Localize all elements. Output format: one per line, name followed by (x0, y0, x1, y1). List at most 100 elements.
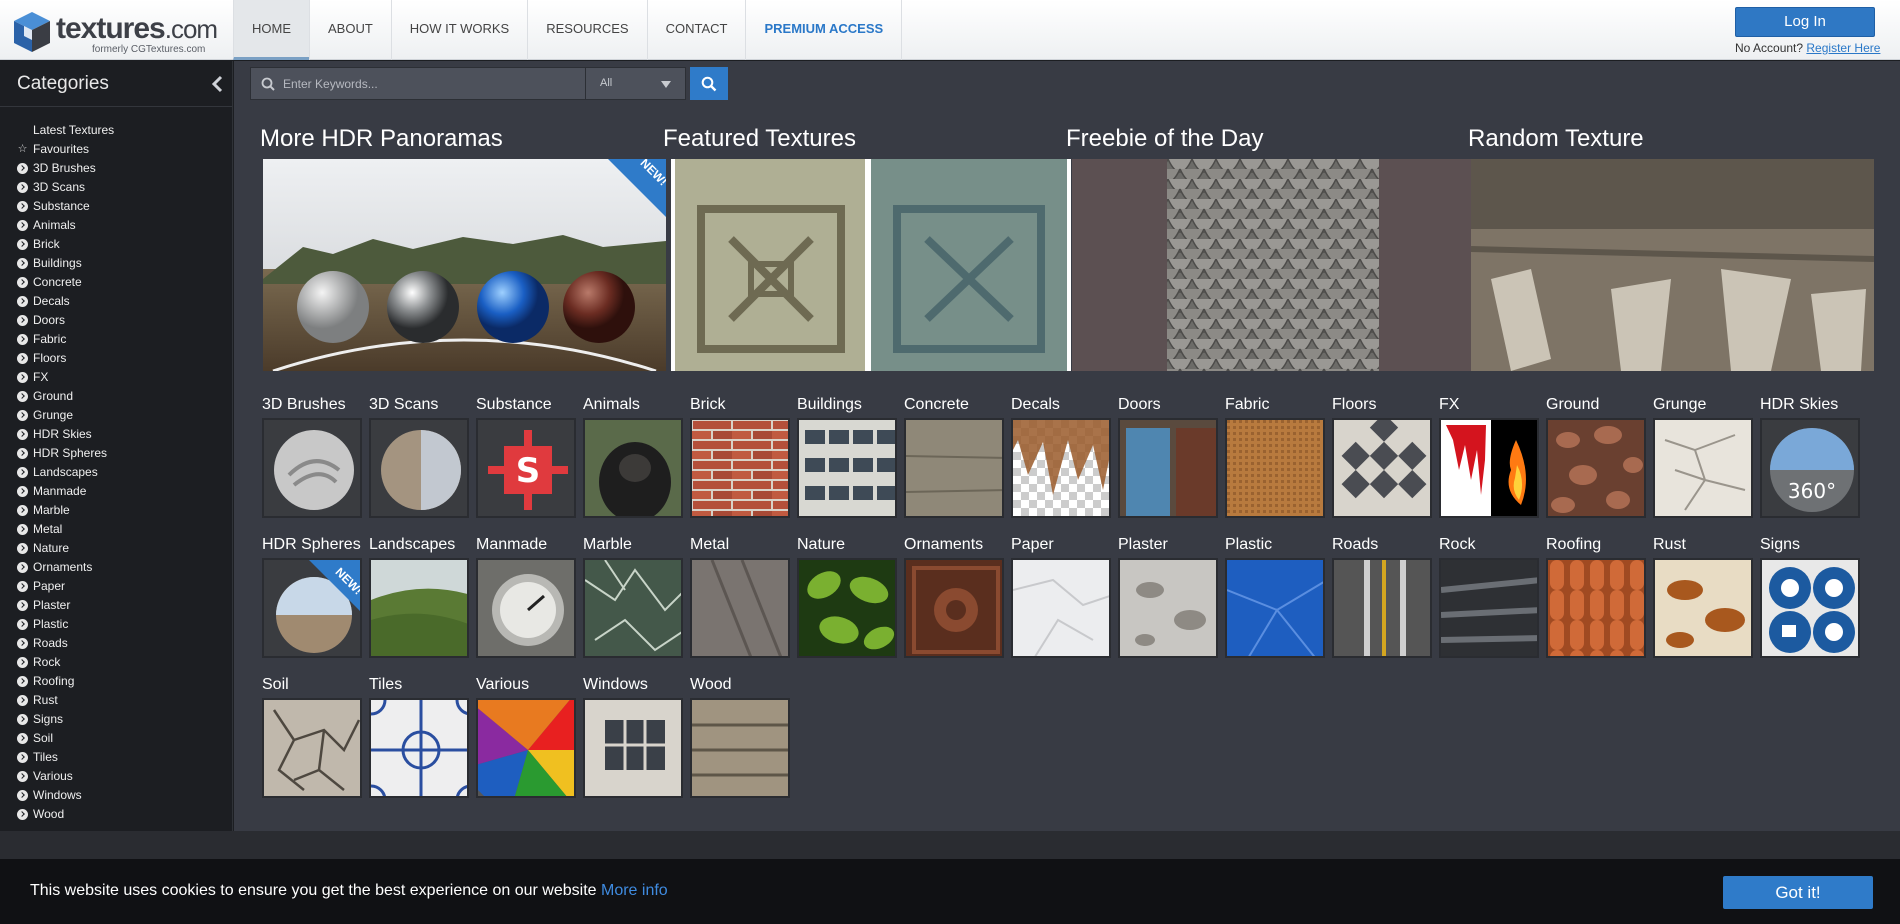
category-thumbnail-concrete[interactable] (904, 418, 1004, 518)
sidebar-item-favourites[interactable]: ☆ Favourites (0, 140, 232, 159)
category-tile-label[interactable]: Ornaments (904, 536, 1004, 558)
sidebar-item-rock[interactable]: Rock (0, 653, 232, 672)
sidebar-item-plaster[interactable]: Plaster (0, 596, 232, 615)
category-thumbnail-soil[interactable] (262, 698, 362, 798)
sidebar-item-windows[interactable]: Windows (0, 786, 232, 805)
category-tile-windows[interactable]: Windows (583, 676, 683, 798)
category-thumbnail-signs[interactable] (1760, 558, 1860, 658)
cookie-more-info-link[interactable]: More info (601, 882, 668, 899)
sidebar-item-soil[interactable]: Soil (0, 729, 232, 748)
search-field[interactable] (250, 67, 586, 100)
sidebar-item-wood[interactable]: Wood (0, 805, 232, 824)
category-thumbnail-tiles[interactable] (369, 698, 469, 798)
category-thumbnail-animals[interactable] (583, 418, 683, 518)
category-tile-3d-brushes[interactable]: 3D Brushes (262, 396, 362, 518)
sidebar-item-substance[interactable]: Substance (0, 197, 232, 216)
category-tile-landscapes[interactable]: Landscapes (369, 536, 469, 658)
sidebar-item-marble[interactable]: Marble (0, 501, 232, 520)
category-tile-rust[interactable]: Rust (1653, 536, 1753, 658)
search-button[interactable] (690, 67, 728, 100)
category-tile-fabric[interactable]: Fabric (1225, 396, 1325, 518)
chevron-left-icon[interactable] (210, 75, 226, 93)
category-tile-label[interactable]: Brick (690, 396, 790, 418)
sidebar-item-metal[interactable]: Metal (0, 520, 232, 539)
category-thumbnail-brick[interactable] (690, 418, 790, 518)
sidebar-item-doors[interactable]: Doors (0, 311, 232, 330)
category-tile-roofing[interactable]: Roofing (1546, 536, 1646, 658)
category-tile-plastic[interactable]: Plastic (1225, 536, 1325, 658)
search-filter-select[interactable]: All (586, 67, 686, 100)
category-tile-label[interactable]: Buildings (797, 396, 897, 418)
category-tile-wood[interactable]: Wood (690, 676, 790, 798)
category-tile-label[interactable]: Manmade (476, 536, 576, 558)
nav-about[interactable]: ABOUT (309, 0, 391, 60)
register-link[interactable]: Register Here (1806, 41, 1880, 55)
category-tile-label[interactable]: HDR Skies (1760, 396, 1860, 418)
nav-resources[interactable]: RESOURCES (527, 0, 646, 60)
login-button[interactable]: Log In (1735, 7, 1875, 37)
category-tile-hdr-spheres[interactable]: HDR Spheres NEW! (262, 536, 362, 658)
category-tile-roads[interactable]: Roads (1332, 536, 1432, 658)
sidebar-item-paper[interactable]: Paper (0, 577, 232, 596)
category-tile-label[interactable]: Ground (1546, 396, 1646, 418)
category-tile-plaster[interactable]: Plaster (1118, 536, 1218, 658)
category-tile-nature[interactable]: Nature (797, 536, 897, 658)
site-logo[interactable]: textures.com formerly CGTextures.com (12, 8, 218, 55)
freebie-image[interactable] (1072, 159, 1474, 371)
category-thumbnail-manmade[interactable] (476, 558, 576, 658)
featured-textures-title[interactable]: Featured Textures (663, 125, 856, 153)
category-thumbnail-plaster[interactable] (1118, 558, 1218, 658)
category-tile-doors[interactable]: Doors (1118, 396, 1218, 518)
category-thumbnail-rust[interactable] (1653, 558, 1753, 658)
category-tile-fx[interactable]: FX (1439, 396, 1539, 518)
category-tile-label[interactable]: Rock (1439, 536, 1539, 558)
category-thumbnail-wood[interactable] (690, 698, 790, 798)
random-texture-image[interactable] (1471, 159, 1874, 371)
sidebar-item-tiles[interactable]: Tiles (0, 748, 232, 767)
nav-home[interactable]: HOME (233, 0, 309, 60)
sidebar-item-nature[interactable]: Nature (0, 539, 232, 558)
category-tile-label[interactable]: Landscapes (369, 536, 469, 558)
category-thumbnail-plastic[interactable] (1225, 558, 1325, 658)
category-tile-tiles[interactable]: Tiles (369, 676, 469, 798)
category-thumbnail-windows[interactable] (583, 698, 683, 798)
category-tile-label[interactable]: Decals (1011, 396, 1111, 418)
category-tile-3d-scans[interactable]: 3D Scans (369, 396, 469, 518)
category-tile-label[interactable]: 3D Scans (369, 396, 469, 418)
sidebar-item-hdr-spheres[interactable]: HDR Spheres (0, 444, 232, 463)
category-tile-soil[interactable]: Soil (262, 676, 362, 798)
category-tile-label[interactable]: Fabric (1225, 396, 1325, 418)
category-thumbnail-roofing[interactable] (1546, 558, 1646, 658)
category-tile-label[interactable]: Plastic (1225, 536, 1325, 558)
category-tile-label[interactable]: Concrete (904, 396, 1004, 418)
sidebar-item-landscapes[interactable]: Landscapes (0, 463, 232, 482)
sidebar-item-animals[interactable]: Animals (0, 216, 232, 235)
category-thumbnail-landscapes[interactable] (369, 558, 469, 658)
nav-premium-access[interactable]: PREMIUM ACCESS (745, 0, 903, 60)
category-tile-concrete[interactable]: Concrete (904, 396, 1004, 518)
category-thumbnail-ornaments[interactable] (904, 558, 1004, 658)
category-tile-decals[interactable]: Decals (1011, 396, 1111, 518)
category-tile-label[interactable]: Windows (583, 676, 683, 698)
category-tile-label[interactable]: Nature (797, 536, 897, 558)
category-tile-label[interactable]: Doors (1118, 396, 1218, 418)
category-thumbnail-buildings[interactable] (797, 418, 897, 518)
category-tile-grunge[interactable]: Grunge (1653, 396, 1753, 518)
category-tile-ornaments[interactable]: Ornaments (904, 536, 1004, 658)
category-tile-label[interactable]: Roads (1332, 536, 1432, 558)
category-tile-label[interactable]: Metal (690, 536, 790, 558)
hdr-panoramas-title[interactable]: More HDR Panoramas (260, 125, 503, 153)
sidebar-item-3d-brushes[interactable]: 3D Brushes (0, 159, 232, 178)
category-tile-label[interactable]: Signs (1760, 536, 1860, 558)
category-thumbnail-metal[interactable] (690, 558, 790, 658)
category-tile-label[interactable]: HDR Spheres (262, 536, 362, 558)
category-thumbnail-ground[interactable] (1546, 418, 1646, 518)
sidebar-item-ground[interactable]: Ground (0, 387, 232, 406)
sidebar-item-grunge[interactable]: Grunge (0, 406, 232, 425)
nav-contact[interactable]: CONTACT (646, 0, 746, 60)
sidebar-item-fabric[interactable]: Fabric (0, 330, 232, 349)
category-tile-label[interactable]: Plaster (1118, 536, 1218, 558)
search-input[interactable] (283, 76, 573, 91)
category-tile-label[interactable]: Wood (690, 676, 790, 698)
category-tile-label[interactable]: FX (1439, 396, 1539, 418)
